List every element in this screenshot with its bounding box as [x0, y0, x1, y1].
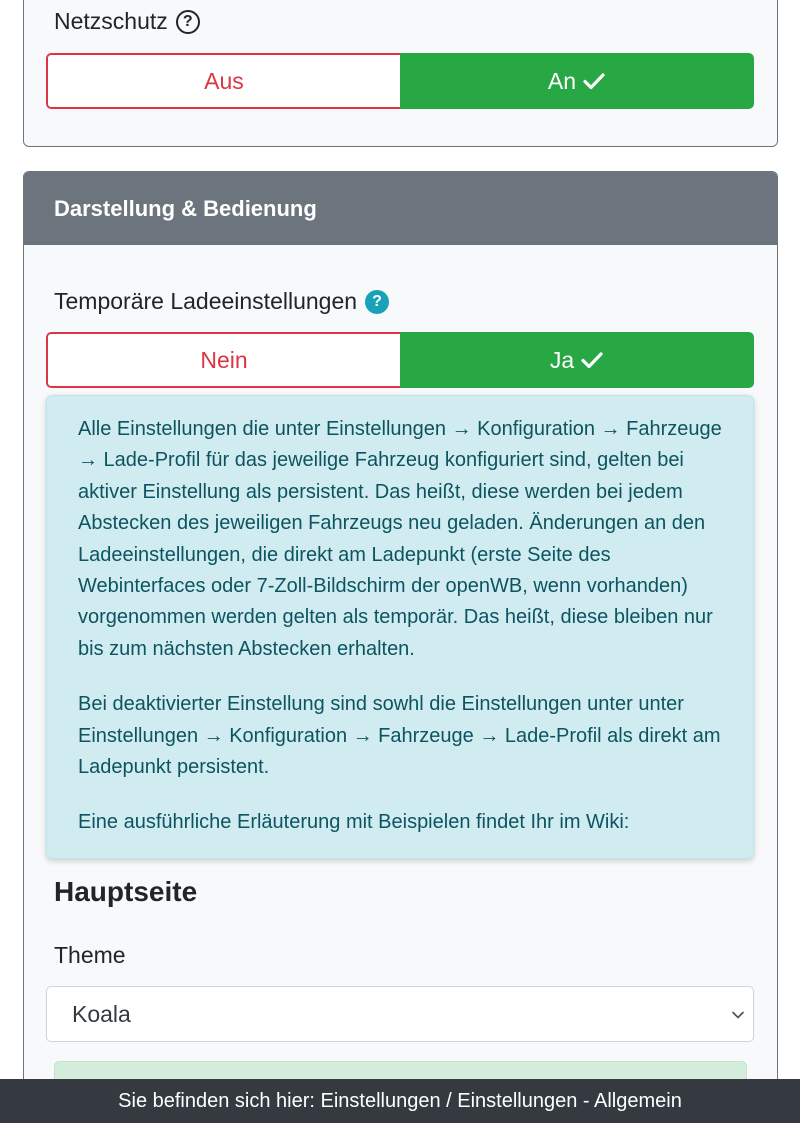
temp-settings-label: Temporäre Ladeeinstellungen — [54, 288, 358, 314]
theme-select[interactable]: Koala — [46, 986, 754, 1042]
chevron-down-icon — [732, 1011, 744, 1019]
netzschutz-toggle: Aus An — [46, 53, 754, 109]
breadcrumb: Sie befinden sich hier: Einstellungen / … — [118, 1089, 682, 1112]
netzschutz-aus-label: Aus — [204, 67, 244, 94]
breadcrumb-footer: Sie befinden sich hier: Einstellungen / … — [0, 1079, 800, 1123]
darstellung-header-title: Darstellung & Bedienung — [54, 195, 317, 221]
temp-settings-nein-label: Nein — [200, 346, 248, 373]
question-circle-icon[interactable]: ? — [365, 289, 390, 314]
info-paragraph-3: Eine ausführliche Erläuterung mit Beispi… — [78, 811, 630, 834]
netzschutz-label-row: Netzschutz ? — [54, 8, 200, 35]
netzschutz-an-label: An — [547, 67, 577, 94]
temp-settings-ja-button[interactable]: Ja — [400, 332, 754, 388]
netzschutz-label: Netzschutz — [54, 8, 168, 34]
temp-settings-toggle: Nein Ja — [46, 332, 754, 388]
check-icon — [583, 73, 605, 90]
temp-settings-nein-button[interactable]: Nein — [46, 332, 400, 388]
question-circle-icon[interactable]: ? — [175, 9, 200, 34]
theme-label: Theme — [54, 942, 126, 968]
netzschutz-aus-button[interactable]: Aus — [46, 53, 400, 109]
theme-label-row: Theme — [54, 942, 126, 969]
temp-settings-ja-label: Ja — [549, 346, 575, 373]
check-icon — [581, 352, 603, 369]
hauptseite-heading: Hauptseite — [54, 876, 198, 907]
settings-page: Netzschutz ? Aus An Darstellung & Bedien… — [0, 0, 800, 1123]
darstellung-card-header[interactable]: Darstellung & Bedienung — [24, 172, 777, 245]
temp-settings-info-box: Alle Einstellungen die unter Einstellung… — [46, 395, 754, 859]
temp-settings-label-row: Temporäre Ladeeinstellungen ? — [54, 288, 390, 315]
theme-select-value: Koala — [72, 1000, 131, 1027]
info-paragraph-2: Bei deaktivierter Einstellung sind sowhl… — [78, 693, 721, 779]
netzschutz-an-button[interactable]: An — [400, 53, 754, 109]
info-paragraph-1: Alle Einstellungen die unter Einstellung… — [78, 418, 722, 660]
